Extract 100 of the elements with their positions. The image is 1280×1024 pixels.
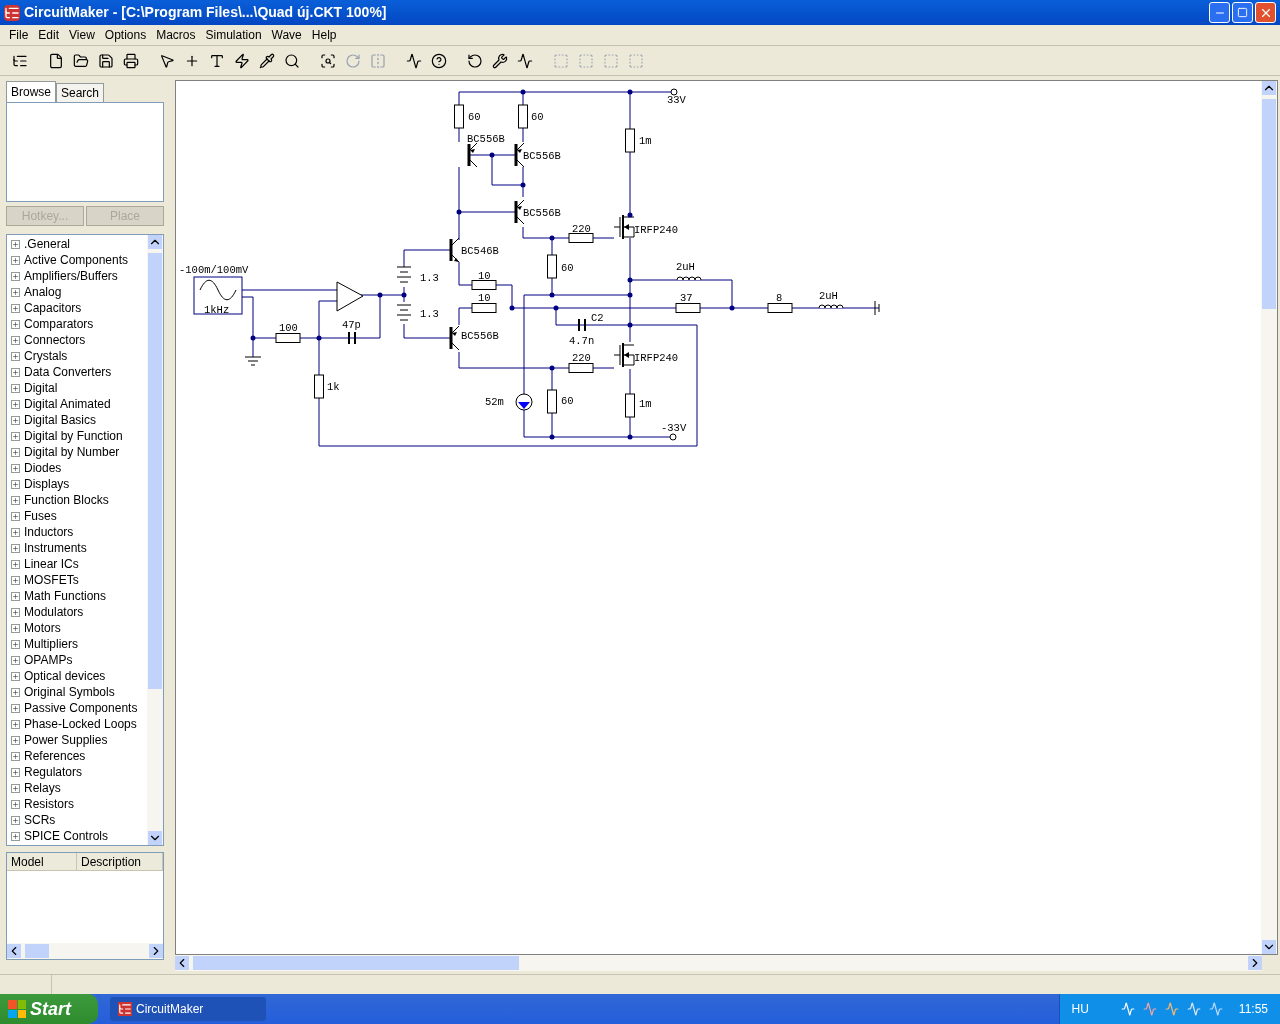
- library-item[interactable]: Function Blocks: [24, 491, 109, 509]
- expand-toggle-icon[interactable]: [11, 671, 20, 681]
- expand-toggle-icon[interactable]: [11, 783, 20, 793]
- expand-toggle-icon[interactable]: [11, 815, 20, 825]
- menu-item[interactable]: Simulation: [200, 26, 267, 44]
- close-button[interactable]: [1255, 2, 1276, 23]
- menu-item[interactable]: Wave: [266, 26, 307, 44]
- taskbar-item[interactable]: CircuitMaker: [110, 997, 266, 1021]
- menu-item[interactable]: File: [4, 26, 34, 44]
- minimize-button[interactable]: [1209, 2, 1230, 23]
- expand-toggle-icon[interactable]: [11, 399, 20, 409]
- vertical-scrollbar[interactable]: [1261, 81, 1277, 954]
- expand-toggle-icon[interactable]: [11, 575, 20, 585]
- scroll-thumb[interactable]: [148, 253, 162, 689]
- expand-toggle-icon[interactable]: [11, 703, 20, 713]
- library-item[interactable]: Original Symbols: [24, 683, 115, 701]
- expand-toggle-icon[interactable]: [11, 719, 20, 729]
- library-item[interactable]: SCRs: [24, 811, 56, 829]
- expand-toggle-icon[interactable]: [11, 511, 20, 521]
- scroll-right-icon[interactable]: [1248, 956, 1262, 970]
- scroll-up-icon[interactable]: [148, 235, 162, 249]
- expand-toggle-icon[interactable]: [11, 655, 20, 665]
- library-item[interactable]: Power Supplies: [24, 731, 108, 749]
- library-item[interactable]: MOSFETs: [24, 571, 79, 589]
- expand-toggle-icon[interactable]: [11, 383, 20, 393]
- library-item[interactable]: .General: [24, 235, 71, 253]
- expand-toggle-icon[interactable]: [11, 431, 20, 441]
- expand-toggle-icon[interactable]: [11, 447, 20, 457]
- scroll-left-icon[interactable]: [175, 956, 189, 970]
- library-item[interactable]: Fuses: [24, 507, 57, 525]
- library-item[interactable]: Relays: [24, 779, 61, 797]
- expand-toggle-icon[interactable]: [11, 335, 20, 345]
- scroll-thumb[interactable]: [193, 956, 519, 970]
- scroll-left-icon[interactable]: [7, 944, 21, 958]
- expand-toggle-icon[interactable]: [11, 415, 20, 425]
- library-item[interactable]: Capacitors: [24, 299, 82, 317]
- scroll-down-icon[interactable]: [1262, 940, 1276, 954]
- library-item[interactable]: Active Components: [24, 251, 129, 269]
- expand-toggle-icon[interactable]: [11, 799, 20, 809]
- expand-toggle-icon[interactable]: [11, 303, 20, 313]
- library-item[interactable]: Multipliers: [24, 635, 78, 653]
- column-header[interactable]: Description: [77, 853, 163, 871]
- library-item[interactable]: Digital by Function: [24, 427, 123, 445]
- expand-toggle-icon[interactable]: [11, 751, 20, 761]
- library-item[interactable]: Data Converters: [24, 363, 112, 381]
- expand-toggle-icon[interactable]: [11, 479, 20, 489]
- library-item[interactable]: Comparators: [24, 315, 94, 333]
- start-button[interactable]: Start: [0, 994, 98, 1024]
- library-item[interactable]: Crystals: [24, 347, 68, 365]
- library-item[interactable]: Regulators: [24, 763, 83, 781]
- schematic-canvas[interactable]: 60 60 33V BC556B BC556B 1m BC556B 220 IRFP240 BC546B -100m/100mV 60 2uH 1.3 10 10 37 8 2uH 1kHz 1.3 C2 100 47p BC556B 4.7n 220 IRFP240 1k 52m 60 1m -33V: [176, 81, 1261, 954]
- library-item[interactable]: Digital: [24, 379, 58, 397]
- library-item[interactable]: References: [24, 747, 86, 765]
- expand-toggle-icon[interactable]: [11, 287, 20, 297]
- library-item[interactable]: Optical devices: [24, 667, 106, 685]
- expand-toggle-icon[interactable]: [11, 639, 20, 649]
- menu-item[interactable]: Options: [99, 26, 152, 44]
- expand-toggle-icon[interactable]: [11, 367, 20, 377]
- library-item[interactable]: Digital by Number: [24, 443, 120, 461]
- expand-toggle-icon[interactable]: [11, 687, 20, 697]
- column-header[interactable]: Model: [7, 853, 77, 871]
- scroll-up-icon[interactable]: [1262, 81, 1276, 95]
- library-item[interactable]: SPICE Controls: [24, 827, 109, 845]
- horizontal-scrollbar[interactable]: [175, 955, 1262, 971]
- expand-toggle-icon[interactable]: [11, 543, 20, 553]
- scroll-thumb[interactable]: [1262, 99, 1276, 309]
- sidebar-tab[interactable]: Browse: [6, 81, 56, 102]
- library-item[interactable]: Passive Components: [24, 699, 138, 717]
- library-item[interactable]: Digital Basics: [24, 411, 97, 429]
- library-item[interactable]: Math Functions: [24, 587, 107, 605]
- library-item[interactable]: Linear ICs: [24, 555, 79, 573]
- library-item[interactable]: Phase-Locked Loops: [24, 715, 137, 733]
- menu-item[interactable]: View: [64, 26, 100, 44]
- vertical-scrollbar[interactable]: [147, 235, 163, 845]
- scroll-thumb[interactable]: [25, 944, 49, 958]
- expand-toggle-icon[interactable]: [11, 463, 20, 473]
- menu-item[interactable]: Help: [306, 26, 342, 44]
- expand-toggle-icon[interactable]: [11, 271, 20, 281]
- library-item[interactable]: Motors: [24, 619, 61, 637]
- scroll-right-icon[interactable]: [149, 944, 163, 958]
- expand-toggle-icon[interactable]: [11, 319, 20, 329]
- expand-toggle-icon[interactable]: [11, 351, 20, 361]
- expand-toggle-icon[interactable]: [11, 239, 20, 249]
- library-item[interactable]: Inductors: [24, 523, 74, 541]
- expand-toggle-icon[interactable]: [11, 255, 20, 265]
- menu-item[interactable]: Edit: [33, 26, 65, 44]
- maximize-button[interactable]: [1232, 2, 1253, 23]
- sidebar-tab[interactable]: Search: [56, 83, 105, 102]
- expand-toggle-icon[interactable]: [11, 495, 20, 505]
- expand-toggle-icon[interactable]: [11, 527, 20, 537]
- library-item[interactable]: Amplifiers/Buffers: [24, 267, 118, 285]
- menu-item[interactable]: Macros: [151, 26, 201, 44]
- expand-toggle-icon[interactable]: [11, 559, 20, 569]
- expand-toggle-icon[interactable]: [11, 767, 20, 777]
- library-item[interactable]: Diodes: [24, 459, 62, 477]
- expand-toggle-icon[interactable]: [11, 623, 20, 633]
- expand-toggle-icon[interactable]: [11, 591, 20, 601]
- library-item[interactable]: Analog: [24, 283, 62, 301]
- scroll-down-icon[interactable]: [148, 831, 162, 845]
- library-item[interactable]: Instruments: [24, 539, 87, 557]
